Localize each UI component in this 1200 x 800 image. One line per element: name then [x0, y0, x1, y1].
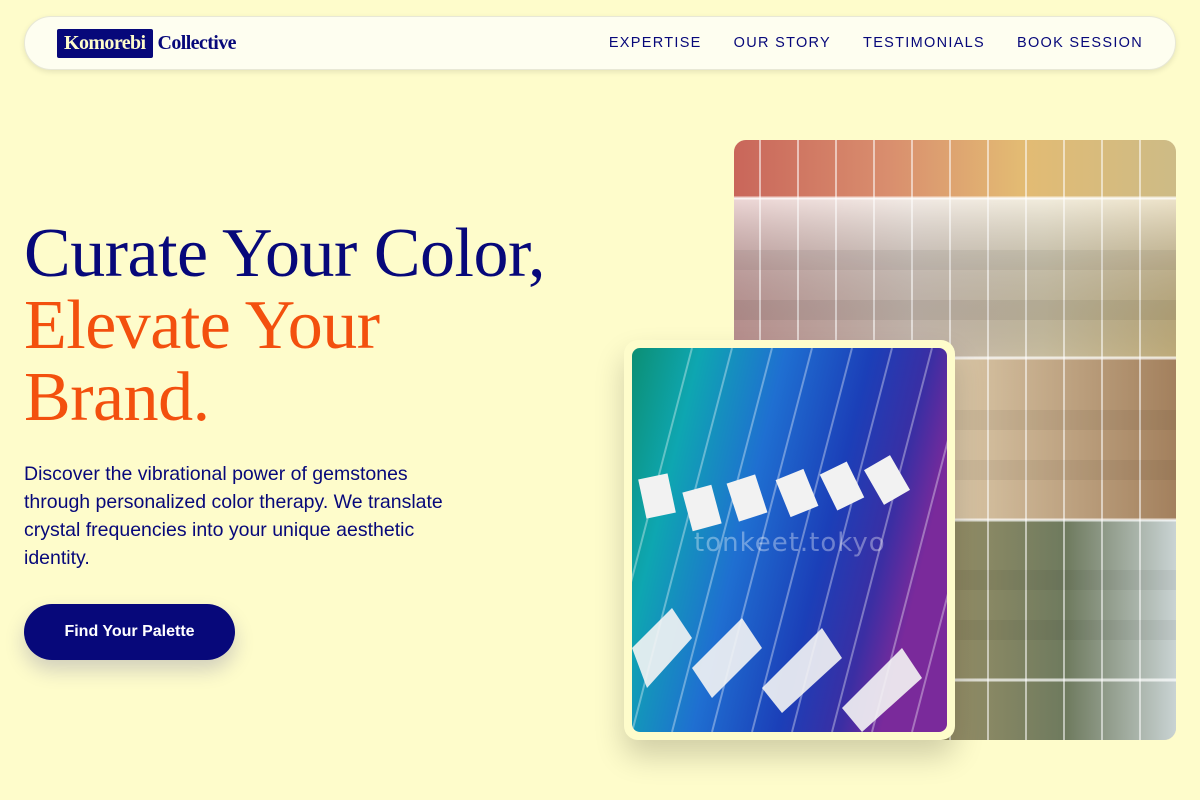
top-navigation: Komorebi Collective EXPERTISE OUR STORY … [24, 16, 1176, 70]
nav-link-testimonials[interactable]: TESTIMONIALS [863, 35, 985, 51]
hero-title-line3: Brand. [24, 359, 210, 436]
hero-title-line1: Curate Your Color, [24, 215, 546, 292]
nav-link-expertise[interactable]: EXPERTISE [609, 35, 702, 51]
nav-link-book-session[interactable]: BOOK SESSION [1017, 35, 1143, 51]
find-palette-button[interactable]: Find Your Palette [24, 604, 235, 660]
hero-subtitle: Discover the vibrational power of gemsto… [24, 463, 443, 569]
logo-text: Collective [157, 32, 237, 54]
hero-title: Curate Your Color, Elevate Your Brand. [24, 218, 604, 434]
nav-link-our-story[interactable]: OUR STORY [734, 35, 831, 51]
brand-logo[interactable]: Komorebi Collective [57, 28, 237, 58]
image-watermark: tonkeet.tokyo [694, 528, 886, 558]
hero-title-line2: Elevate Your [24, 287, 380, 364]
logo-box: Komorebi [57, 28, 153, 58]
nav-links: EXPERTISE OUR STORY TESTIMONIALS BOOK SE… [609, 35, 1143, 51]
